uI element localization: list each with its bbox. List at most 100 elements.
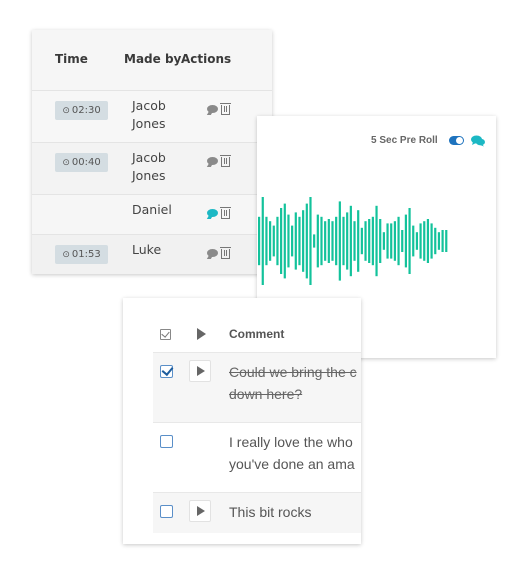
waveform-bar: [265, 216, 268, 266]
row-actions: [207, 102, 231, 115]
waveform-bar: [364, 221, 367, 261]
row-actions: [207, 154, 231, 167]
comment-row: This bit rocks: [153, 492, 361, 533]
table-header: Comment: [123, 298, 361, 352]
time-badge[interactable]: ⊙ 02:30: [55, 101, 108, 120]
trash-icon[interactable]: [220, 155, 231, 167]
comment-row: Could we bring the c down here?: [153, 352, 361, 423]
waveform-bar: [272, 225, 275, 257]
waveform-bar: [419, 223, 422, 259]
waveform-bar: [397, 216, 400, 266]
made-by: Luke: [132, 242, 162, 257]
waveform-bar: [430, 223, 433, 259]
play-button[interactable]: [189, 500, 211, 522]
waveform-bar: [309, 197, 312, 285]
waveform-bar: [302, 210, 305, 272]
waveform-bar: [346, 212, 349, 270]
waveform-bar: [371, 216, 374, 266]
trash-icon[interactable]: [220, 207, 231, 219]
trash-icon[interactable]: [220, 103, 231, 115]
comment-icon[interactable]: [207, 105, 218, 113]
waveform-bar: [360, 227, 363, 255]
toggle-icon[interactable]: [449, 136, 464, 145]
comments-checklist: Comment Could we bring the c down here? …: [123, 298, 361, 544]
trash-icon[interactable]: [220, 247, 231, 259]
waveform-bar: [276, 216, 279, 266]
waveform-bar: [368, 219, 371, 263]
waveform-bar: [327, 219, 330, 263]
waveform-bar: [305, 203, 308, 279]
comment-text: This bit rocks: [229, 504, 312, 520]
waveform-bar: [408, 208, 411, 274]
waveform-bar: [280, 208, 283, 274]
waveform-bar: [445, 230, 448, 252]
clock-icon: ⊙: [62, 106, 70, 116]
waveform-bar: [379, 219, 382, 263]
waveform-bar: [415, 232, 419, 250]
time-badge[interactable]: ⊙ 00:40: [55, 153, 108, 172]
waveform-bar: [437, 232, 441, 250]
waveform-bar: [441, 230, 444, 252]
table-row: ⊙ 00:40 Jacob Jones: [32, 142, 272, 195]
waveform-bar: [423, 221, 426, 261]
made-by: Jacob Jones: [132, 150, 166, 183]
waveform-bar: [404, 214, 407, 268]
made-by: Jacob Jones: [132, 98, 166, 131]
waveform-bar: [324, 221, 327, 261]
waveform-bar: [331, 221, 334, 261]
column-header-made-by: Made by: [124, 52, 182, 66]
comment-text: I really love the who you've done an ama: [229, 434, 355, 472]
waveform-bar: [294, 212, 297, 270]
waveform-bar: [412, 225, 415, 257]
row-actions: [207, 246, 231, 259]
timeline-comments-table: Time Made by Actions ⊙ 02:30 Jacob Jones …: [32, 30, 272, 274]
waveform-bar: [320, 216, 323, 266]
waveform-bar: [338, 201, 341, 281]
waveform-bar: [269, 221, 272, 261]
comment-icon[interactable]: [207, 249, 218, 257]
waveform-bar: [313, 234, 316, 248]
waveform-bar: [342, 216, 345, 266]
waveform-bar: [426, 219, 430, 263]
table-row: Daniel: [32, 194, 272, 235]
waveform-bar: [291, 225, 294, 257]
comments-icon[interactable]: [471, 135, 485, 147]
resolve-checkbox[interactable]: [160, 435, 173, 448]
comment-icon[interactable]: [207, 157, 218, 165]
waveform-bar: [258, 216, 261, 266]
play-button[interactable]: [189, 360, 211, 382]
select-all-icon[interactable]: [160, 329, 171, 340]
row-actions: [207, 206, 231, 219]
table-row: ⊙ 01:53 Luke: [32, 234, 272, 274]
column-header-time: Time: [55, 52, 88, 66]
waveform-bar: [287, 214, 290, 268]
waveform-bar: [386, 223, 389, 259]
waveform-bar: [393, 221, 396, 261]
waveform-bar: [261, 197, 264, 285]
waveform-bar: [375, 205, 378, 277]
waveform-bar: [382, 232, 385, 250]
waveform-bar: [390, 223, 393, 259]
clock-icon: ⊙: [62, 158, 70, 168]
audio-waveform[interactable]: [257, 196, 496, 286]
comment-icon[interactable]: [207, 209, 218, 217]
resolve-checkbox[interactable]: [160, 365, 173, 378]
waveform-bar: [283, 203, 286, 279]
made-by: Daniel: [132, 202, 172, 217]
waveform-bar: [316, 214, 319, 268]
clock-icon: ⊙: [62, 250, 70, 260]
waveform-bar: [357, 210, 360, 272]
waveform-bar: [401, 230, 404, 252]
table-header: Time Made by Actions: [32, 30, 272, 90]
resolve-checkbox[interactable]: [160, 505, 173, 518]
column-header-actions: Actions: [181, 52, 232, 66]
column-header-comment: Comment: [229, 327, 285, 341]
comment-text: Could we bring the c down here?: [229, 364, 357, 402]
waveform-bar: [353, 221, 356, 261]
play-icon: [197, 328, 206, 340]
time-badge[interactable]: ⊙ 01:53: [55, 245, 108, 264]
comment-row: I really love the who you've done an ama: [153, 422, 361, 493]
waveform-bar: [335, 216, 338, 266]
table-row: ⊙ 02:30 Jacob Jones: [32, 90, 272, 143]
waveform-bar: [349, 205, 352, 277]
